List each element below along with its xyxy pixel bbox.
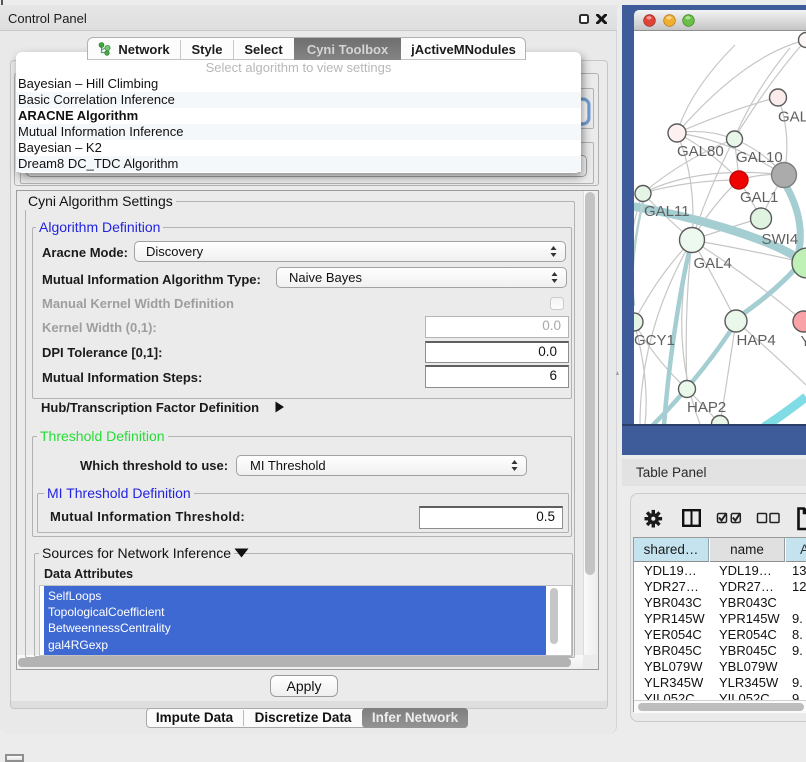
svg-text:GCY1: GCY1	[634, 332, 675, 349]
svg-text:GAL80: GAL80	[677, 143, 724, 160]
svg-text:HAP4: HAP4	[737, 332, 776, 349]
svg-text:GAL10: GAL10	[736, 149, 783, 166]
svg-text:GAL2: GAL2	[778, 109, 806, 126]
svg-text:GAL11: GAL11	[644, 203, 690, 220]
svg-text:HAP2: HAP2	[687, 399, 726, 416]
svg-text:Y: Y	[801, 333, 806, 350]
svg-text:SWI4: SWI4	[762, 231, 799, 248]
svg-text:GAL1: GAL1	[740, 189, 778, 206]
svg-text:GAL4: GAL4	[694, 255, 732, 272]
